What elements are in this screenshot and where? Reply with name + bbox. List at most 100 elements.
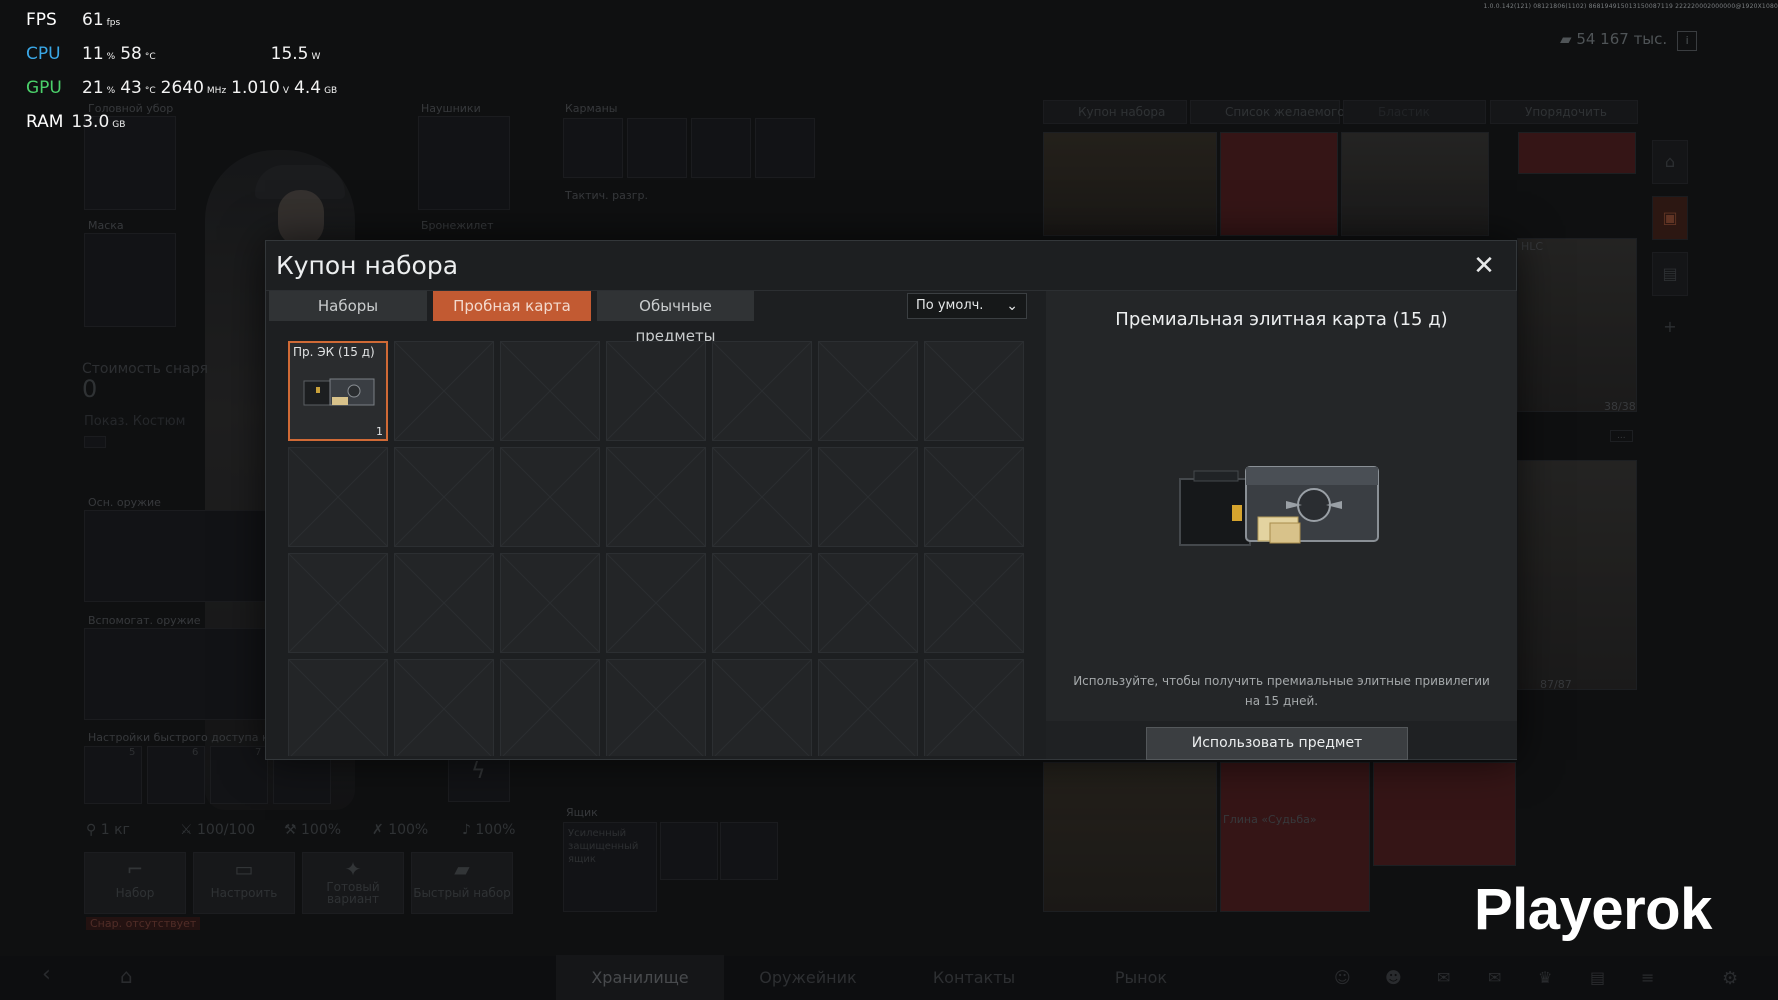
slot-box-extra-1[interactable]: [660, 822, 718, 880]
quick-set-button[interactable]: ▰ Быстрый набор: [411, 852, 513, 914]
empty-item-cell[interactable]: [924, 447, 1024, 547]
empty-item-cell[interactable]: [606, 341, 706, 441]
empty-item-cell[interactable]: [606, 659, 706, 756]
currency-value: 54 167 тыс.: [1576, 30, 1668, 48]
kit-coupon-button[interactable]: Купон набора: [1043, 100, 1187, 124]
slot-box-extra-2[interactable]: [720, 822, 778, 880]
preset-button[interactable]: ✦ Готовый вариант: [302, 852, 404, 914]
home-nav-icon[interactable]: ⌂: [120, 964, 133, 988]
tab-contacts[interactable]: Контакты: [890, 955, 1058, 1000]
empty-item-cell[interactable]: [818, 659, 918, 756]
empty-item-cell[interactable]: [606, 447, 706, 547]
slot-headset[interactable]: [418, 116, 510, 210]
slot-secondary-weapon[interactable]: [84, 628, 274, 720]
empty-item-cell[interactable]: [394, 553, 494, 653]
slot-primary-weapon[interactable]: [84, 510, 274, 602]
storage-item[interactable]: [1517, 460, 1637, 690]
sort-storage-button[interactable]: Упорядочить: [1490, 100, 1638, 124]
storage-item[interactable]: [1517, 238, 1637, 412]
slot-box[interactable]: Усиленный защищенный ящик: [563, 822, 657, 912]
empty-item-cell[interactable]: [712, 553, 812, 653]
empty-item-cell[interactable]: [500, 659, 600, 756]
stat-4: ♪ 100%: [462, 822, 516, 838]
character-head: [278, 190, 324, 246]
sort-select[interactable]: По умолч. ⌄: [907, 293, 1027, 319]
storage-item[interactable]: [1341, 132, 1489, 236]
empty-item-cell[interactable]: [500, 447, 600, 547]
empty-item-cell[interactable]: [924, 341, 1024, 441]
dialog-title: Купон набора: [276, 251, 459, 280]
chat-icon[interactable]: ✉: [1437, 968, 1450, 987]
item-cell-premium-card[interactable]: Пр. ЭК (15 д) 1: [288, 341, 388, 441]
currency-info-button[interactable]: i: [1677, 31, 1698, 51]
side-box-icon[interactable]: ▤: [1652, 252, 1688, 296]
loadout-button[interactable]: ⌐ Набор: [84, 852, 186, 914]
trophy-icon[interactable]: ♛: [1538, 968, 1552, 987]
back-icon[interactable]: ‹: [42, 962, 51, 987]
tab-kits[interactable]: Наборы: [269, 291, 427, 321]
tab-storage[interactable]: Хранилище: [556, 955, 724, 1000]
empty-item-cell[interactable]: [924, 553, 1024, 653]
empty-item-cell[interactable]: [500, 553, 600, 653]
slot-label-headset: Наушники: [421, 102, 481, 115]
quick-slot-5[interactable]: 5: [84, 746, 142, 804]
configure-button[interactable]: ▭ Настроить: [193, 852, 295, 914]
empty-item-cell[interactable]: [924, 659, 1024, 756]
disabled-button[interactable]: Бластик: [1343, 100, 1486, 124]
quick-slot-7[interactable]: 7: [210, 746, 268, 804]
wishlist-button[interactable]: Список желаемого: [1190, 100, 1345, 124]
side-home-icon[interactable]: ⌂: [1652, 140, 1688, 184]
empty-item-cell[interactable]: [288, 553, 388, 653]
storage-item[interactable]: [1518, 132, 1636, 174]
empty-item-cell[interactable]: [394, 659, 494, 756]
hud-gpu: GPU 21% 43 °C 2640 MHz 1.010 V 4.4 GB: [26, 78, 342, 98]
friends-icon[interactable]: ☺: [1334, 968, 1351, 987]
empty-item-cell[interactable]: [606, 553, 706, 653]
tab-gunsmith[interactable]: Оружейник: [724, 955, 892, 1000]
empty-item-cell[interactable]: [818, 553, 918, 653]
close-icon[interactable]: ✕: [1470, 253, 1498, 281]
tab-trial-card[interactable]: Пробная карта: [433, 291, 591, 321]
item-name: Пр. ЭК (15 д): [293, 345, 375, 359]
costume-display-toggle[interactable]: [84, 436, 106, 448]
empty-item-cell[interactable]: [500, 341, 600, 441]
slot-pocket-1[interactable]: [563, 118, 623, 178]
empty-item-cell[interactable]: [818, 341, 918, 441]
mail-icon[interactable]: ✉: [1488, 968, 1501, 987]
use-item-button[interactable]: Использовать предмет: [1146, 727, 1408, 760]
kit-coupon-dialog: Купон набора ✕ Наборы Пробная карта Обыч…: [265, 240, 1517, 760]
slot-pocket-4[interactable]: [755, 118, 815, 178]
slot-mask[interactable]: [84, 233, 176, 327]
list-icon[interactable]: ≡: [1641, 968, 1654, 987]
slot-pocket-2[interactable]: [627, 118, 687, 178]
storage-item[interactable]: [1220, 132, 1338, 236]
sort-select-value: По умолч.: [916, 298, 984, 313]
empty-item-cell[interactable]: [712, 341, 812, 441]
side-storage-icon[interactable]: ▣: [1652, 196, 1688, 240]
storage-item[interactable]: [1220, 762, 1370, 912]
storage-item[interactable]: [1373, 762, 1516, 866]
empty-item-cell[interactable]: [288, 447, 388, 547]
tab-regular-items[interactable]: Обычные предметы: [597, 291, 754, 345]
storage-item[interactable]: [1043, 132, 1217, 236]
empty-item-cell[interactable]: [712, 447, 812, 547]
tab-market[interactable]: Рынок: [1057, 955, 1225, 1000]
settings-gear-icon[interactable]: ⚙: [1722, 968, 1738, 989]
notes-icon[interactable]: ▤: [1590, 968, 1605, 987]
empty-item-cell[interactable]: [712, 659, 812, 756]
storage-slot-hlc: HLC: [1521, 240, 1544, 253]
storage-item[interactable]: [1043, 762, 1217, 912]
gpu-load: 21: [82, 78, 104, 98]
profile-icon[interactable]: ☻: [1385, 968, 1402, 987]
empty-item-cell[interactable]: [394, 447, 494, 547]
quick-slot-6[interactable]: 6: [147, 746, 205, 804]
loadout-label: Набор: [115, 886, 155, 900]
storage-more-button[interactable]: ...: [1610, 430, 1633, 442]
box-icon: ▤: [1662, 264, 1678, 283]
empty-item-cell[interactable]: [288, 659, 388, 756]
empty-item-cell[interactable]: [818, 447, 918, 547]
empty-item-cell[interactable]: [394, 341, 494, 441]
slot-pocket-3[interactable]: [691, 118, 751, 178]
quick-access-label: Настройки быстрого доступа к п: [88, 731, 280, 744]
side-add-icon[interactable]: +: [1652, 306, 1688, 350]
